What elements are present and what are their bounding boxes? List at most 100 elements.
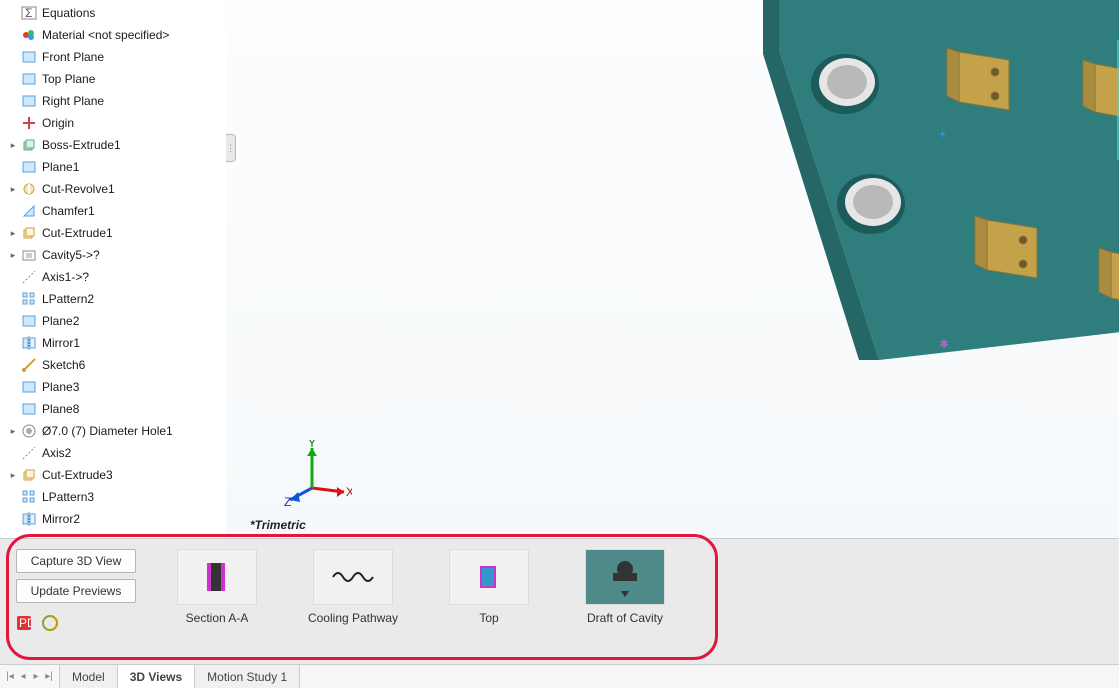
view-orientation-label: *Trimetric bbox=[250, 518, 306, 532]
tree-item-axis1[interactable]: Axis1->? bbox=[0, 266, 226, 288]
expand-toggle bbox=[8, 514, 18, 524]
tab-nav-next[interactable]: ▸ bbox=[30, 671, 42, 682]
pdf-icon[interactable]: PDF bbox=[16, 615, 32, 634]
view-thumb-preview bbox=[313, 549, 393, 605]
tree-item-label: Mirror2 bbox=[42, 512, 80, 526]
tree-item-label: Top Plane bbox=[42, 72, 95, 86]
expand-toggle bbox=[8, 404, 18, 414]
tree-item-boss-extrude1[interactable]: ▸ Boss-Extrude1 bbox=[0, 134, 226, 156]
expand-toggle[interactable]: ▸ bbox=[8, 140, 18, 150]
expand-toggle bbox=[8, 206, 18, 216]
tree-item-front-plane[interactable]: Front Plane bbox=[0, 46, 226, 68]
tree-item-label: Right Plane bbox=[42, 94, 104, 108]
svg-text:✱: ✱ bbox=[939, 337, 949, 351]
tree-item-label: Boss-Extrude1 bbox=[42, 138, 121, 152]
tree-item-label: Origin bbox=[42, 116, 74, 130]
capture-3d-view-button[interactable]: Capture 3D View bbox=[16, 549, 136, 573]
view-thumb-label: Top bbox=[479, 611, 498, 625]
tree-item-label: Cut-Extrude1 bbox=[42, 226, 113, 240]
expand-toggle bbox=[8, 316, 18, 326]
svg-text:PDF: PDF bbox=[19, 616, 32, 630]
model-render: + ✱ bbox=[719, 0, 1119, 360]
tab-nav-prev[interactable]: ◂ bbox=[17, 671, 29, 682]
tree-item-plane2[interactable]: Plane2 bbox=[0, 310, 226, 332]
view-thumb-top[interactable]: Top bbox=[444, 549, 534, 625]
cutext-icon bbox=[20, 224, 38, 242]
plane-icon bbox=[20, 70, 38, 88]
plane-icon bbox=[20, 378, 38, 396]
tree-item-cut-revolve1[interactable]: ▸Cut-Revolve1 bbox=[0, 178, 226, 200]
mirror-icon bbox=[20, 334, 38, 352]
tree-item-lpattern3[interactable]: LPattern3 bbox=[0, 486, 226, 508]
expand-toggle bbox=[8, 30, 18, 40]
tree-item-origin[interactable]: Origin bbox=[0, 112, 226, 134]
tab-motion-study-1[interactable]: Motion Study 1 bbox=[195, 665, 300, 688]
axis-icon bbox=[20, 268, 38, 286]
expand-toggle bbox=[8, 96, 18, 106]
tree-item-top-plane[interactable]: Top Plane bbox=[0, 68, 226, 90]
chamfer-icon bbox=[20, 202, 38, 220]
equations-icon bbox=[20, 4, 38, 22]
origin-icon bbox=[20, 114, 38, 132]
tree-item-mirror2[interactable]: Mirror2 bbox=[0, 508, 226, 530]
tab-nav[interactable]: |◂ ◂ ▸ ▸| bbox=[0, 665, 60, 688]
tree-item-cavity5[interactable]: ▸Cavity5->? bbox=[0, 244, 226, 266]
expand-toggle[interactable]: ▸ bbox=[8, 426, 18, 436]
expand-toggle bbox=[8, 118, 18, 128]
expand-toggle bbox=[8, 74, 18, 84]
tree-item-material-not-specified[interactable]: Material <not specified> bbox=[0, 24, 226, 46]
expand-toggle bbox=[8, 448, 18, 458]
tree-item-plane3[interactable]: Plane3 bbox=[0, 376, 226, 398]
axis-icon bbox=[20, 444, 38, 462]
tree-item-cut-extrude1[interactable]: ▸ Cut-Extrude1 bbox=[0, 222, 226, 244]
tree-collapse-handle[interactable]: ⋮ bbox=[226, 134, 236, 162]
view-thumb-draft-of-cavity[interactable]: Draft of Cavity bbox=[580, 549, 670, 625]
views-panel-buttons: Capture 3D View Update Previews PDF bbox=[16, 549, 136, 634]
view-thumb-label: Section A-A bbox=[186, 611, 249, 625]
tree-item-cut-extrude3[interactable]: ▸Cut-Extrude3 bbox=[0, 464, 226, 486]
plane-icon bbox=[20, 92, 38, 110]
expand-toggle[interactable]: ▸ bbox=[8, 250, 18, 260]
tree-item-equations[interactable]: Equations bbox=[0, 2, 226, 24]
tree-item-label: Front Plane bbox=[42, 50, 104, 64]
view-thumb-cooling-pathway[interactable]: Cooling Pathway bbox=[308, 549, 398, 625]
tree-item-label: Axis1->? bbox=[42, 270, 89, 284]
update-previews-button[interactable]: Update Previews bbox=[16, 579, 136, 603]
expand-toggle bbox=[8, 162, 18, 172]
tree-item-mirror1[interactable]: Mirror1 bbox=[0, 332, 226, 354]
tree-item-axis2[interactable]: Axis2 bbox=[0, 442, 226, 464]
tab-model[interactable]: Model bbox=[60, 665, 118, 688]
viewport-3d[interactable]: + ✱ X Y Z *Trimetric bbox=[226, 0, 1119, 538]
tab-nav-first[interactable]: |◂ bbox=[4, 671, 16, 682]
edrawings-icon[interactable] bbox=[42, 615, 58, 634]
view-thumb-section-a-a[interactable]: Section A-A bbox=[172, 549, 262, 625]
tree-item-label: Chamfer1 bbox=[42, 204, 95, 218]
expand-toggle[interactable]: ▸ bbox=[8, 184, 18, 194]
expand-toggle bbox=[8, 338, 18, 348]
view-thumbnails: Section A-A Cooling Pathway Top Draft of Ca… bbox=[172, 549, 670, 625]
expand-toggle[interactable]: ▸ bbox=[8, 470, 18, 480]
tree-item-chamfer1[interactable]: Chamfer1 bbox=[0, 200, 226, 222]
bottom-tabs: |◂ ◂ ▸ ▸| Model3D ViewsMotion Study 1 bbox=[0, 664, 1119, 688]
expand-toggle bbox=[8, 382, 18, 392]
hole-icon bbox=[20, 422, 38, 440]
tree-item-right-plane[interactable]: Right Plane bbox=[0, 90, 226, 112]
tree-item-7-0-7-diameter-hole1[interactable]: ▸Ø7.0 (7) Diameter Hole1 bbox=[0, 420, 226, 442]
expand-toggle bbox=[8, 272, 18, 282]
tab-nav-last[interactable]: ▸| bbox=[43, 671, 55, 682]
tree-item-lpattern2[interactable]: LPattern2 bbox=[0, 288, 226, 310]
expand-toggle bbox=[8, 492, 18, 502]
views-panel: Capture 3D View Update Previews PDF Sect… bbox=[0, 538, 1119, 664]
tree-item-label: LPattern2 bbox=[42, 292, 94, 306]
cavity-icon bbox=[20, 246, 38, 264]
view-triad: X Y Z bbox=[282, 440, 352, 510]
svg-text:Y: Y bbox=[308, 440, 316, 450]
tree-item-plane8[interactable]: Plane8 bbox=[0, 398, 226, 420]
tree-item-plane1[interactable]: Plane1 bbox=[0, 156, 226, 178]
tab-3d-views[interactable]: 3D Views bbox=[118, 665, 195, 688]
tree-item-label: Plane8 bbox=[42, 402, 79, 416]
expand-toggle[interactable]: ▸ bbox=[8, 228, 18, 238]
view-thumb-preview bbox=[449, 549, 529, 605]
tree-item-sketch6[interactable]: Sketch6 bbox=[0, 354, 226, 376]
feature-tree[interactable]: EquationsMaterial <not specified> Front P… bbox=[0, 0, 226, 538]
